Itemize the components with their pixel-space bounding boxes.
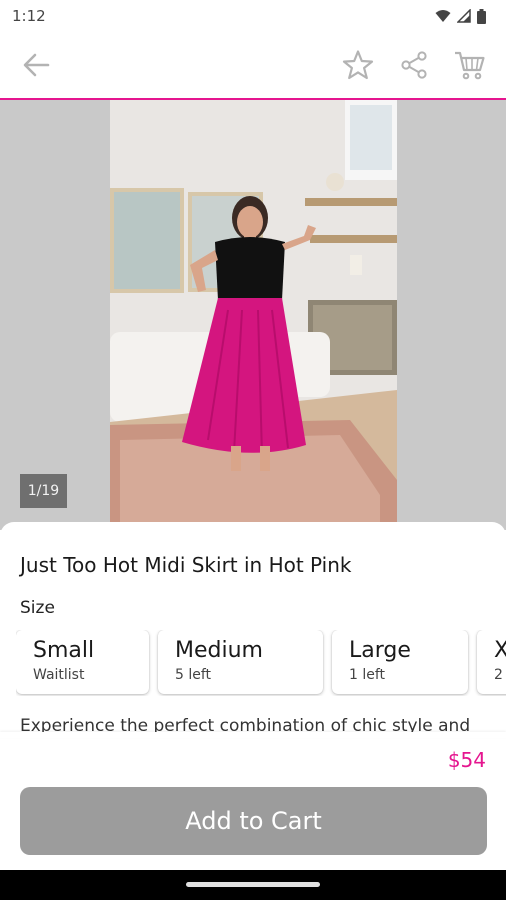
- star-icon: [342, 50, 374, 80]
- app-bar: [0, 32, 506, 98]
- share-button[interactable]: [396, 47, 432, 83]
- size-name: Medium: [175, 638, 263, 663]
- battery-icon: [477, 8, 486, 24]
- status-time: 1:12: [12, 7, 46, 25]
- product-price: $54: [447, 748, 486, 772]
- size-option-medium[interactable]: Medium 5 left: [158, 630, 323, 694]
- product-photo[interactable]: [110, 100, 397, 530]
- size-stock: Waitlist: [33, 667, 85, 683]
- product-title: Just Too Hot Midi Skirt in Hot Pink: [20, 553, 352, 577]
- size-stock: 2: [494, 667, 503, 683]
- size-option-small[interactable]: Small Waitlist: [16, 630, 149, 694]
- size-selector[interactable]: Small Waitlist Medium 5 left Large 1 lef…: [16, 630, 506, 696]
- cart-icon: [455, 51, 485, 80]
- description-divider: [0, 732, 506, 738]
- favorite-button[interactable]: [340, 47, 376, 83]
- size-name: Small: [33, 638, 95, 663]
- cell-signal-icon: [457, 9, 471, 23]
- back-button[interactable]: [18, 47, 54, 83]
- size-stock: 1 left: [349, 667, 386, 683]
- product-photo-illustration: [110, 100, 397, 530]
- wifi-icon: [435, 10, 451, 22]
- size-name: Large: [349, 638, 411, 663]
- cart-button[interactable]: [452, 47, 488, 83]
- product-image-gallery[interactable]: [0, 100, 506, 530]
- size-option-x[interactable]: X 2: [477, 630, 506, 694]
- home-gesture-handle[interactable]: [186, 882, 320, 887]
- arrow-left-icon: [23, 53, 50, 77]
- add-to-cart-button[interactable]: Add to Cart: [20, 787, 487, 855]
- size-stock: 5 left: [175, 667, 212, 683]
- share-icon: [401, 51, 427, 79]
- status-bar: 1:12: [0, 0, 506, 32]
- image-counter: 1/19: [20, 474, 67, 508]
- size-label: Size: [20, 598, 55, 618]
- size-name: X: [494, 638, 506, 663]
- size-option-large[interactable]: Large 1 left: [332, 630, 468, 694]
- status-icons: [435, 8, 486, 24]
